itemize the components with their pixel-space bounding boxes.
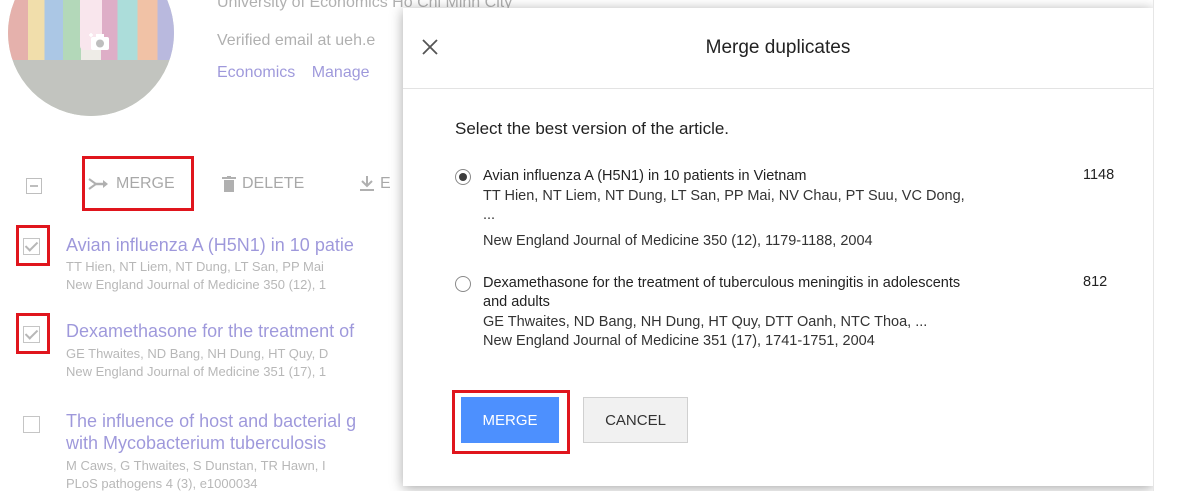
article-venue: PLoS pathogens 4 (3), e1000034 xyxy=(66,476,258,491)
option-authors-more: ... xyxy=(483,207,496,223)
interest-link-economics[interactable]: Economics xyxy=(217,64,295,81)
toolbar-delete-label: DELETE xyxy=(242,175,305,192)
article-venue: New England Journal of Medicine 350 (12)… xyxy=(66,277,327,292)
article-title-link[interactable]: Dexamethasone for the treatment of xyxy=(66,321,354,342)
version-radio[interactable] xyxy=(455,276,471,292)
articles-toolbar: MERGE DELETE E xyxy=(0,166,420,206)
highlight-box-merge-toolbar xyxy=(82,156,194,211)
option-authors: GE Thwaites, ND Bang, NH Dung, HT Quy, D… xyxy=(483,314,928,330)
version-radio[interactable] xyxy=(455,169,471,185)
article-title-link[interactable]: Avian influenza A (H5N1) in 10 patie xyxy=(66,235,354,256)
add-photo-camera-icon[interactable] xyxy=(88,32,112,52)
option-citation-count: 1148 xyxy=(1083,167,1115,183)
option-venue: New England Journal of Medicine 351 (17)… xyxy=(483,333,875,349)
option-title: Avian influenza A (H5N1) in 10 patients … xyxy=(483,168,807,184)
article-title-link-line2[interactable]: with Mycobacterium tuberculosis xyxy=(66,433,326,454)
article-authors: TT Hien, NT Liem, NT Dung, LT San, PP Ma… xyxy=(66,259,324,274)
highlight-box-checkbox-1 xyxy=(16,225,50,266)
toolbar-export-label: E xyxy=(380,175,391,192)
cancel-button[interactable]: CANCEL xyxy=(583,397,688,443)
toolbar-delete-button[interactable]: DELETE xyxy=(222,175,304,193)
download-icon xyxy=(360,176,374,191)
dialog-prompt: Select the best version of the article. xyxy=(455,119,730,138)
dialog-header: Merge duplicates xyxy=(403,8,1153,89)
option-venue: New England Journal of Medicine 350 (12)… xyxy=(483,233,873,249)
option-citation-count: 812 xyxy=(1083,274,1108,290)
select-all-checkbox[interactable] xyxy=(26,178,42,194)
highlight-box-checkbox-2 xyxy=(16,313,50,354)
profile-verified-email: Verified email at ueh.e xyxy=(217,32,376,49)
article-authors: M Caws, G Thwaites, S Dunstan, TR Hawn, … xyxy=(66,458,326,473)
article-checkbox[interactable] xyxy=(23,416,40,433)
trash-icon xyxy=(222,176,236,192)
article-title-link[interactable]: The influence of host and bacterial g xyxy=(66,411,356,432)
article-venue: New England Journal of Medicine 351 (17)… xyxy=(66,364,327,379)
interest-link-manage[interactable]: Manage xyxy=(312,64,370,81)
profile-interests: Economics Manage xyxy=(217,64,382,82)
highlight-box-merge-button xyxy=(452,390,570,454)
option-title: Dexamethasone for the treatment of tuber… xyxy=(483,275,961,291)
toolbar-export-button[interactable]: E xyxy=(360,175,391,193)
avatar[interactable] xyxy=(8,0,174,116)
article-authors: GE Thwaites, ND Bang, NH Dung, HT Quy, D xyxy=(66,346,329,361)
option-title-line2: and adults xyxy=(483,294,550,310)
page-right-margin xyxy=(1153,0,1181,491)
dialog-title: Merge duplicates xyxy=(705,37,851,58)
option-authors: TT Hien, NT Liem, NT Dung, LT San, PP Ma… xyxy=(483,188,965,204)
